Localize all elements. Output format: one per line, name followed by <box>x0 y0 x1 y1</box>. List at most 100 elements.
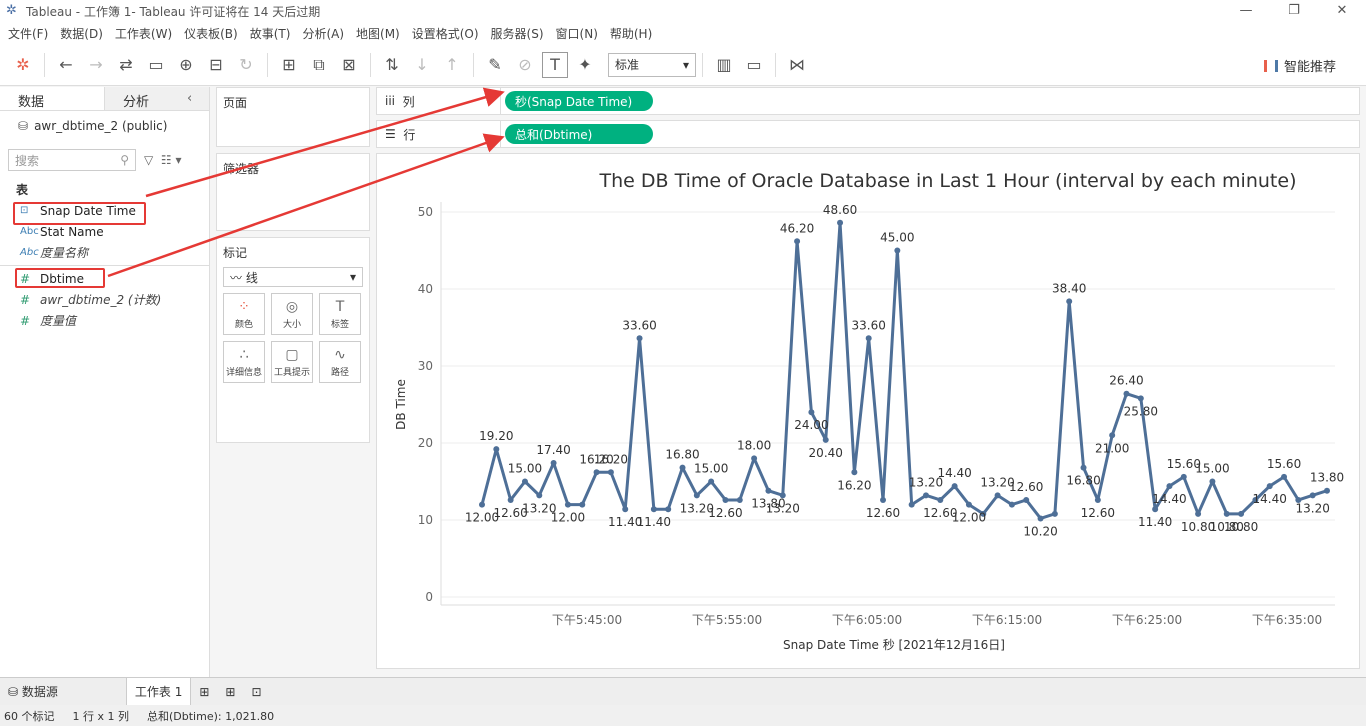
menu-format[interactable]: 设置格式(O) <box>406 25 485 42</box>
field-count[interactable]: # awr_dbtime_2 (计数) <box>0 289 209 310</box>
data-label: 13.80 <box>1310 471 1344 485</box>
collapse-icon[interactable]: ‹ <box>185 87 205 111</box>
menu-story[interactable]: 故事(T) <box>244 25 297 42</box>
pin-icon[interactable]: ✦ <box>572 52 598 78</box>
highlight-icon[interactable]: ✎ <box>482 52 508 78</box>
restore-icon[interactable]: ❐ <box>1270 0 1318 22</box>
mark-type-select[interactable]: 〰 线 ▾ <box>223 267 363 287</box>
menu-data[interactable]: 数据(D) <box>54 25 109 42</box>
replay-icon[interactable]: ⇄ <box>113 52 139 78</box>
group-icon[interactable]: ⊘ <box>512 52 538 78</box>
save-icon[interactable]: ▭ <box>143 52 169 78</box>
new-dashboard-icon[interactable]: ⊞ <box>217 678 243 706</box>
filters-card[interactable]: 筛选器 <box>216 153 370 231</box>
data-point <box>1166 483 1173 490</box>
new-datasource-icon[interactable]: ⊕ <box>173 52 199 78</box>
tab-data[interactable]: 数据 <box>0 87 104 110</box>
new-sheet-icon[interactable]: ⊞ <box>191 678 217 706</box>
data-point <box>550 460 557 467</box>
menu-dashboard[interactable]: 仪表板(B) <box>178 25 244 42</box>
data-pane: 数据 分析 ⛁ awr_dbtime_2 (public) 搜索 ⚲ ▽ ☷ ▾ … <box>0 87 210 677</box>
data-point <box>693 492 700 499</box>
data-point <box>736 496 743 503</box>
highlight-box-snap-date-time <box>13 202 146 225</box>
undo-icon[interactable]: ← <box>53 52 79 78</box>
duplicate-sheet-icon[interactable]: ⧉ <box>306 52 332 78</box>
smart-recommend-button[interactable]: 智能推荐 <box>1263 56 1336 75</box>
close-icon[interactable]: ✕ <box>1318 0 1366 22</box>
data-label: 12.60 <box>708 506 742 520</box>
data-point <box>1137 395 1144 402</box>
x-tick-label: 下午6:05:00 <box>832 613 902 627</box>
data-point <box>536 492 543 499</box>
labels-icon[interactable]: T <box>542 51 568 78</box>
menu-help[interactable]: 帮助(H) <box>604 25 658 42</box>
data-label: 15.60 <box>1267 457 1301 471</box>
data-point <box>708 478 715 485</box>
data-point <box>1324 487 1330 494</box>
marks-tooltip-button[interactable]: ▢ 工具提示 <box>271 341 313 383</box>
swap-icon[interactable]: ⇅ <box>379 52 405 78</box>
fit-select[interactable]: 标准 ▾ <box>608 52 696 77</box>
menu-file[interactable]: 文件(F) <box>2 25 54 42</box>
filter-icon[interactable]: ▽ <box>144 153 153 167</box>
data-label: 12.00 <box>952 511 986 525</box>
show-me-icon[interactable]: ▥ <box>711 52 737 78</box>
y-tick-label: 10 <box>418 513 433 527</box>
view-options-icon[interactable]: ☷ ▾ <box>161 153 182 167</box>
data-label: 38.40 <box>1052 281 1086 295</box>
search-input[interactable]: 搜索 ⚲ <box>8 149 136 171</box>
rows-shelf[interactable]: ☰ 行 总和(Dbtime) <box>376 120 1360 148</box>
sheet-tab[interactable]: 工作表 1 <box>125 677 192 706</box>
number-icon: # <box>20 292 31 307</box>
data-label: 11.40 <box>637 515 671 529</box>
datasource-tab[interactable]: ⛁ 数据源 <box>0 678 66 706</box>
new-worksheet-icon[interactable]: ⊞ <box>276 52 302 78</box>
sort-desc-icon[interactable]: ↑ <box>439 52 465 78</box>
data-point <box>994 492 1001 499</box>
rows-icon: ☰ <box>385 127 396 141</box>
detail-icon: ∴ <box>239 346 249 363</box>
marks-size-button[interactable]: ◎ 大小 <box>271 293 313 335</box>
field-measure-values[interactable]: # 度量值 <box>0 310 209 331</box>
data-label: 17.40 <box>536 443 570 457</box>
columns-icon: iii <box>385 94 396 108</box>
data-point <box>1109 432 1116 439</box>
menu-server[interactable]: 服务器(S) <box>485 25 550 42</box>
data-point <box>1152 506 1159 513</box>
size-icon: ◎ <box>285 298 299 315</box>
columns-pill[interactable]: 秒(Snap Date Time) <box>505 91 653 111</box>
datasource-item[interactable]: ⛁ awr_dbtime_2 (public) <box>0 111 209 141</box>
share-icon[interactable]: ⋈ <box>784 52 810 78</box>
columns-shelf[interactable]: iii 列 秒(Snap Date Time) <box>376 87 1360 115</box>
marks-detail-button[interactable]: ∴ 详细信息 <box>223 341 265 383</box>
redo-icon[interactable]: → <box>83 52 109 78</box>
clear-sheet-icon[interactable]: ⊠ <box>336 52 362 78</box>
data-point <box>1051 510 1058 517</box>
marks-path-button[interactable]: ∿ 路径 <box>319 341 361 383</box>
marks-label-button[interactable]: T 标签 <box>319 293 361 335</box>
refresh-icon[interactable]: ↻ <box>233 52 259 78</box>
rows-pill[interactable]: 总和(Dbtime) <box>505 124 653 144</box>
pause-updates-icon[interactable]: ⊟ <box>203 52 229 78</box>
new-story-icon[interactable]: ⊡ <box>243 678 269 706</box>
data-point <box>1008 501 1015 508</box>
menu-analysis[interactable]: 分析(A) <box>296 25 350 42</box>
line-chart[interactable]: The DB Time of Oracle Database in Last 1… <box>377 154 1359 668</box>
menu-worksheet[interactable]: 工作表(W) <box>109 25 178 42</box>
marks-color-button[interactable]: ⁘ 颜色 <box>223 293 265 335</box>
minimize-icon[interactable]: — <box>1222 0 1270 22</box>
pages-card[interactable]: 页面 <box>216 87 370 147</box>
y-tick-label: 30 <box>418 359 433 373</box>
line-icon: 〰 <box>230 270 243 285</box>
data-point <box>822 436 829 443</box>
data-label: 46.20 <box>780 221 814 235</box>
presentation-icon[interactable]: ▭ <box>741 52 767 78</box>
sort-asc-icon[interactable]: ↓ <box>409 52 435 78</box>
field-measure-names[interactable]: Abc 度量名称 <box>0 242 209 263</box>
data-label: 12.60 <box>1081 506 1115 520</box>
menu-map[interactable]: 地图(M) <box>350 25 406 42</box>
menu-window[interactable]: 窗口(N) <box>550 25 604 42</box>
data-point <box>665 506 672 513</box>
tableau-home-icon[interactable]: ✲ <box>10 52 36 78</box>
